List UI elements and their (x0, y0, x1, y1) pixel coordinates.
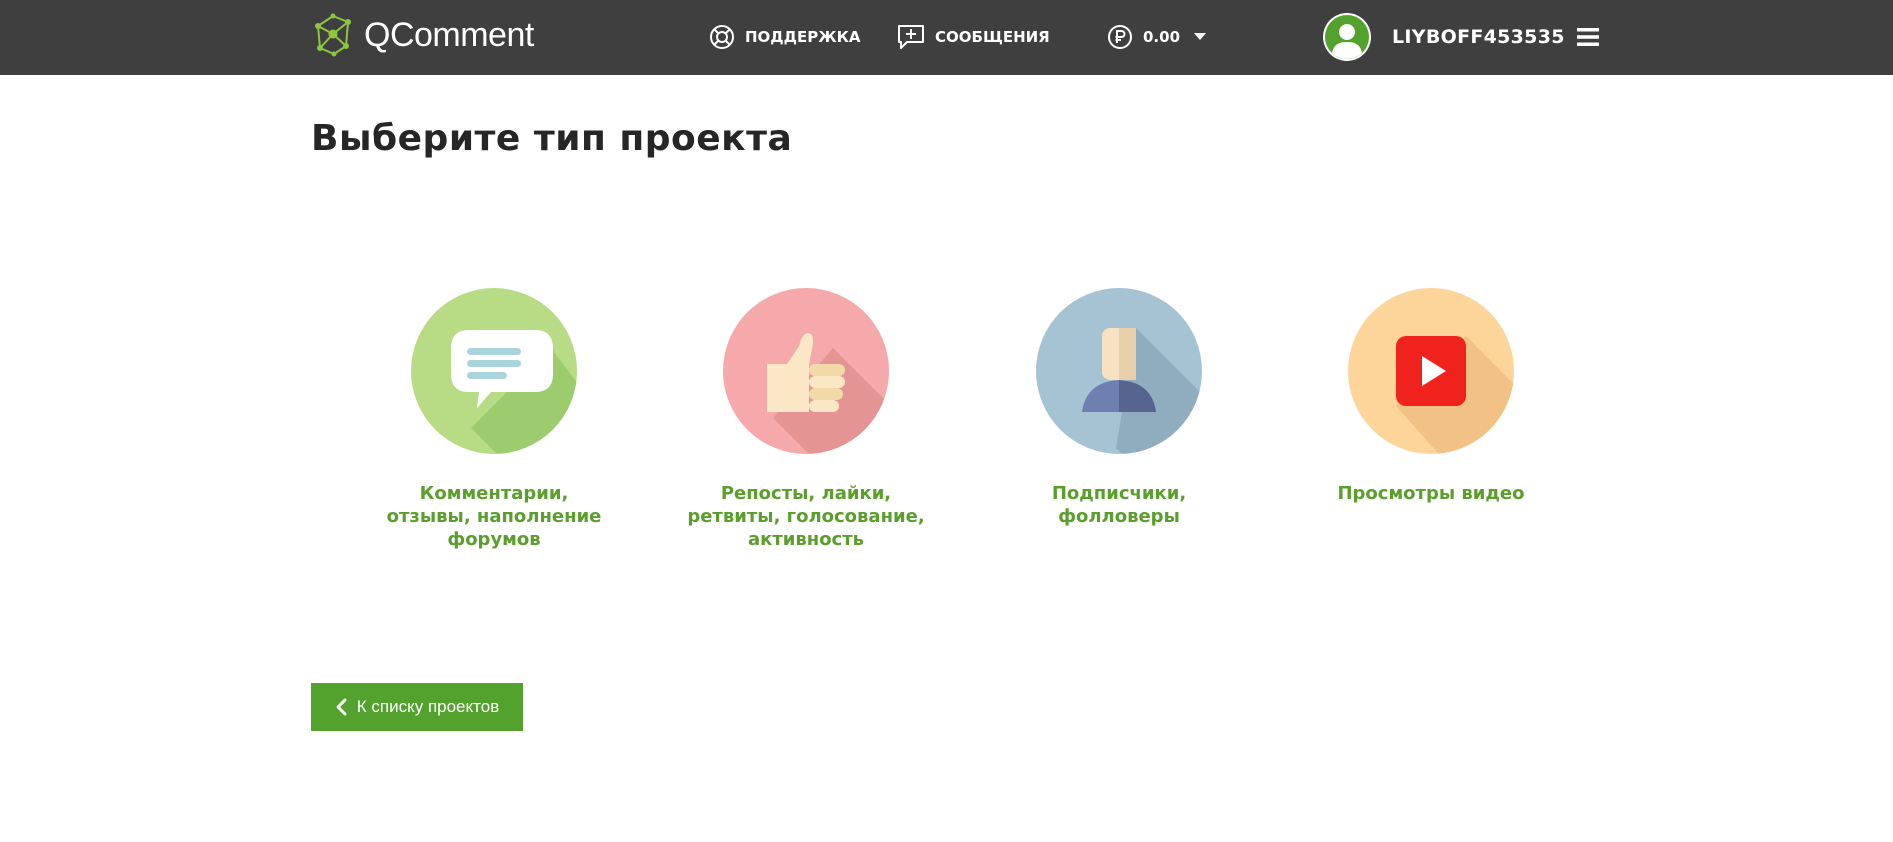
person-icon (1036, 288, 1202, 454)
lifebuoy-icon (710, 25, 734, 49)
project-type-label: Репосты, лайки, ретвиты, голосование, ак… (687, 483, 925, 550)
back-to-projects-button[interactable]: К списку проектов (311, 683, 523, 731)
project-type-reposts[interactable]: Репосты, лайки, ретвиты, голосование, ак… (676, 288, 936, 551)
project-type-video[interactable]: Просмотры видео (1301, 288, 1561, 505)
nav-messages-label: СООБЩЕНИЯ (935, 28, 1050, 46)
speech-bubble-icon (411, 288, 577, 454)
thumbs-up-icon (723, 288, 889, 454)
nav-support-label: ПОДДЕРЖКА (745, 28, 861, 46)
project-type-label: Подписчики, фолловеры (1051, 483, 1187, 527)
chevron-left-icon (336, 698, 347, 716)
top-bar: QComment ПОДДЕРЖКА СООБЩЕНИЯ 0.00 LIYBOF… (0, 0, 1893, 75)
avatar (1323, 13, 1371, 61)
network-logo-icon (315, 13, 351, 57)
project-type-followers[interactable]: Подписчики, фолловеры (989, 288, 1249, 528)
balance-dropdown[interactable]: 0.00 (1107, 22, 1216, 52)
video-play-icon (1348, 288, 1514, 454)
page-title: Выберите тип проекта (311, 118, 793, 159)
project-type-comments[interactable]: Комментарии, отзывы, наполнение форумов (364, 288, 624, 551)
message-add-icon (898, 25, 924, 49)
logo[interactable]: QComment (310, 12, 534, 58)
ruble-coin-icon (1108, 25, 1132, 49)
balance-value: 0.00 (1143, 28, 1181, 46)
hamburger-menu-icon[interactable] (1576, 27, 1599, 47)
back-button-label: К списку проектов (356, 697, 500, 716)
project-type-label: Комментарии, отзывы, наполнение форумов (386, 483, 602, 550)
caret-down-icon (1194, 33, 1207, 40)
logo-text: QComment (364, 15, 534, 54)
project-type-label: Просмотры видео (1337, 483, 1525, 504)
user-avatar-icon (1325, 15, 1369, 59)
username: LIYBOFF453535 (1392, 26, 1565, 48)
nav-support-link[interactable]: ПОДДЕРЖКА (709, 22, 861, 52)
nav-messages-link[interactable]: СООБЩЕНИЯ (897, 22, 1050, 52)
user-menu[interactable]: LIYBOFF453535 (1323, 13, 1599, 61)
